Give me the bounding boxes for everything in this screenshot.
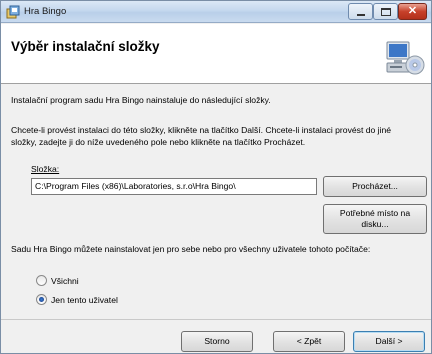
window-title: Hra Bingo bbox=[24, 6, 67, 17]
cancel-button-label: Storno bbox=[204, 336, 230, 346]
installer-app-icon bbox=[6, 5, 20, 19]
maximize-icon bbox=[381, 8, 391, 16]
maximize-button[interactable] bbox=[373, 3, 398, 20]
back-button[interactable]: < Zpět bbox=[273, 331, 345, 352]
folder-label: Složka: bbox=[31, 164, 60, 174]
disk-space-label-line2: disku... bbox=[361, 219, 389, 229]
minimize-icon bbox=[357, 14, 365, 16]
install-for-text: Sadu Hra Bingo můžete nainstalovat jen p… bbox=[11, 244, 371, 254]
back-button-label: < Zpět bbox=[296, 336, 322, 346]
close-button[interactable]: ✕ bbox=[398, 3, 427, 20]
disk-space-button[interactable]: Potřebné místo na disku... bbox=[323, 204, 427, 234]
radio-everyone[interactable] bbox=[36, 275, 47, 286]
browse-button-label: Procházet... bbox=[352, 181, 398, 191]
title-bar[interactable]: Hra Bingo ✕ bbox=[1, 1, 431, 23]
radio-everyone-label: Všichni bbox=[51, 276, 79, 286]
radio-only-me[interactable] bbox=[36, 294, 47, 305]
cancel-button[interactable]: Storno bbox=[181, 331, 253, 352]
radio-only-me-label: Jen tento uživatel bbox=[51, 295, 118, 305]
instruction-text-line1: Chcete-li provést instalaci do této slož… bbox=[11, 125, 392, 135]
instruction-text-line2: složky, zadejte ji do níže uvedeného pol… bbox=[11, 137, 306, 147]
intro-text: Instalační program sadu Hra Bingo nainst… bbox=[11, 95, 271, 105]
installer-window: Hra Bingo ✕ Výběr instalační složky Inst… bbox=[0, 0, 432, 354]
minimize-button[interactable] bbox=[348, 3, 373, 20]
wizard-header: Výběr instalační složky bbox=[1, 24, 431, 84]
folder-path-input[interactable]: C:\Program Files (x86)\Laboratories, s.r… bbox=[31, 178, 317, 195]
disk-space-label-line1: Potřebné místo na bbox=[339, 208, 411, 218]
footer-divider bbox=[1, 319, 431, 320]
next-button[interactable]: Další > bbox=[353, 331, 425, 352]
browse-button[interactable]: Procházet... bbox=[323, 176, 427, 197]
computer-disc-icon bbox=[386, 41, 425, 75]
page-title: Výběr instalační složky bbox=[11, 39, 160, 54]
next-button-label: Další > bbox=[375, 336, 403, 346]
close-icon: ✕ bbox=[407, 5, 418, 17]
